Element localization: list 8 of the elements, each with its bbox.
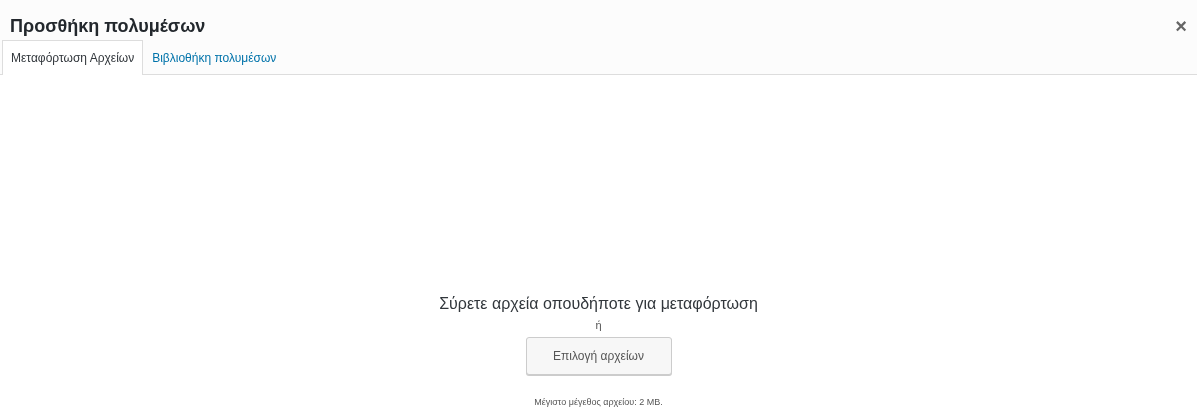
max-file-size: Μέγιστο μέγεθος αρχείου: 2 MB. <box>534 397 663 408</box>
select-files-button[interactable]: Επιλογή αρχείων <box>525 337 672 375</box>
tab[interactable]: Βιβλιοθήκη πολυμέσων <box>143 40 286 75</box>
or-text: ή <box>595 319 602 331</box>
tab[interactable]: Μεταφόρτωση Αρχείων <box>2 40 144 75</box>
drop-instructions: Σύρετε αρχεία οπουδήποτε για μεταφόρτωση <box>439 295 758 313</box>
close-button[interactable]: × <box>1175 16 1187 36</box>
modal-title: Προσθήκη πολυμέσων <box>10 15 206 37</box>
